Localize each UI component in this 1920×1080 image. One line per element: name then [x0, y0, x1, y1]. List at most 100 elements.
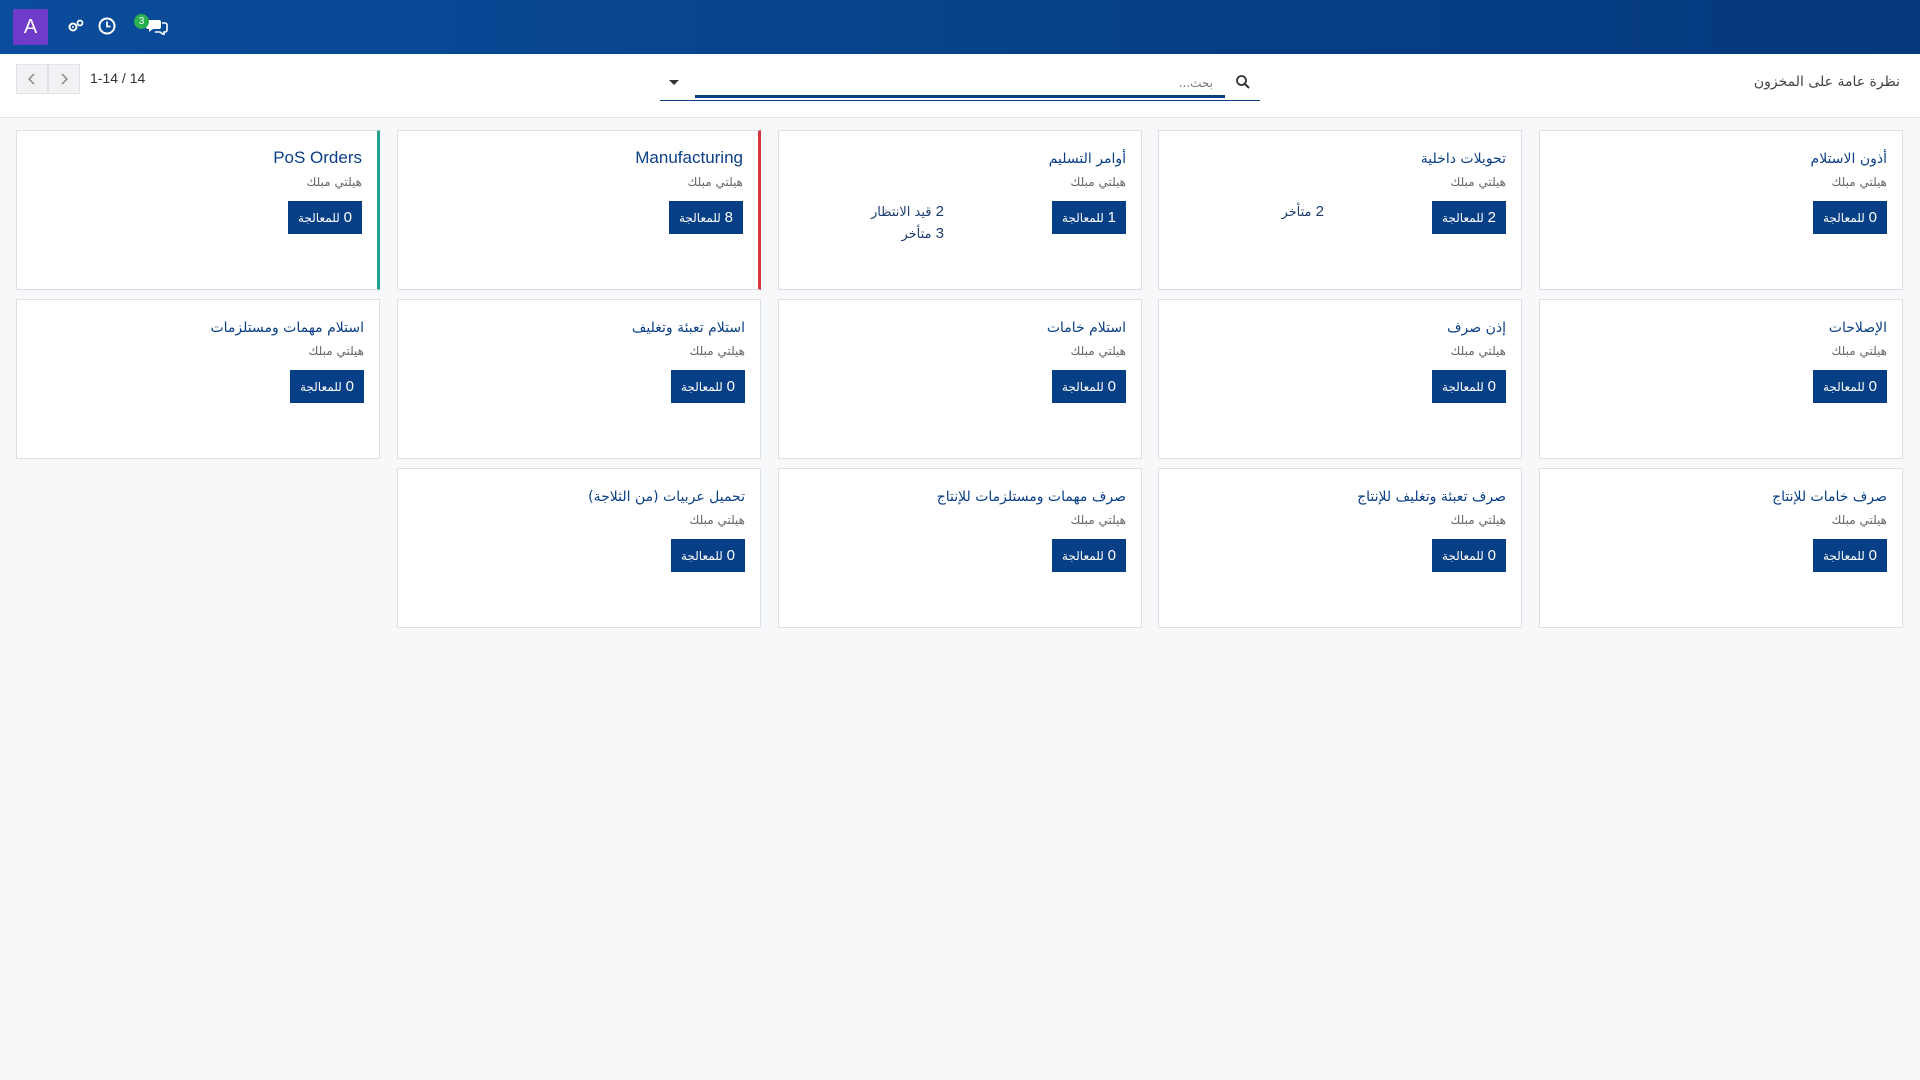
card-warehouse: هيلتي مبلك	[306, 175, 363, 189]
card-title[interactable]: إذن صرف	[1447, 320, 1506, 336]
card-title[interactable]: صرف تعبئة وتغليف للإنتاج	[1357, 489, 1506, 505]
card-internal-transfers[interactable]: تحويلات داخلية هيلتي مبلك 2 للمعالجة 2 م…	[1158, 130, 1522, 290]
card-title[interactable]: استلام خامات	[1047, 320, 1126, 336]
card-warehouse: هيلتي مبلك	[1070, 513, 1127, 527]
to-process-label: للمعالجة	[1822, 211, 1865, 225]
card-title[interactable]: Manufacturing	[635, 148, 743, 168]
pager-previous-button[interactable]	[16, 64, 48, 94]
to-process-label: للمعالجة	[1441, 211, 1484, 225]
card-title[interactable]: صرف مهمات ومستلزمات للإنتاج	[937, 489, 1126, 505]
waiting-link[interactable]: 2 قيد الانتظار	[871, 203, 944, 220]
to-process-count: 2	[1487, 209, 1496, 226]
late-link[interactable]: 2 متأخر	[1281, 203, 1324, 220]
to-process-label: للمعالجة	[680, 549, 723, 563]
card-raw-materials-receipt[interactable]: استلام خامات هيلتي مبلك 0 للمعالجة	[778, 299, 1142, 459]
card-repairs[interactable]: الإصلاحات هيلتي مبلك 0 للمعالجة	[1539, 299, 1903, 459]
to-process-button[interactable]: 2 للمعالجة	[1431, 201, 1506, 234]
card-title[interactable]: تحويلات داخلية	[1421, 151, 1506, 167]
to-process-count: 1	[1107, 209, 1116, 226]
search-bar	[660, 68, 1260, 101]
to-process-count: 0	[345, 378, 354, 395]
late-label: متأخر	[1281, 205, 1312, 220]
to-process-label: للمعالجة	[1061, 211, 1104, 225]
to-process-label: للمعالجة	[680, 380, 723, 394]
card-title[interactable]: تحميل عربيات (من الثلاجة)	[588, 489, 745, 505]
card-title[interactable]: PoS Orders	[273, 148, 362, 168]
to-process-label: للمعالجة	[1061, 549, 1104, 563]
search-icon[interactable]	[1235, 74, 1251, 90]
control-panel: نظرة عامة على المخزون 1-14 / 14	[0, 54, 1920, 118]
to-process-button[interactable]: 0 للمعالجة	[670, 539, 745, 572]
card-title[interactable]: صرف خامات للإنتاج	[1772, 489, 1887, 505]
to-process-button[interactable]: 0 للمعالجة	[289, 370, 364, 403]
card-warehouse: هيلتي مبلك	[1831, 344, 1888, 358]
breadcrumb: نظرة عامة على المخزون	[1753, 74, 1900, 90]
card-title[interactable]: استلام مهمات ومستلزمات	[210, 320, 364, 336]
to-process-label: للمعالجة	[1822, 380, 1865, 394]
card-supplies-receipt[interactable]: استلام مهمات ومستلزمات هيلتي مبلك 0 للمع…	[16, 299, 380, 459]
search-focus-underline	[695, 95, 1225, 98]
late-label: متأخر	[901, 227, 932, 242]
search-input[interactable]	[695, 68, 1215, 98]
card-packaging-issue[interactable]: صرف تعبئة وتغليف للإنتاج هيلتي مبلك 0 لل…	[1158, 468, 1522, 628]
clock-icon[interactable]	[96, 15, 118, 37]
card-truck-loading[interactable]: تحميل عربيات (من الثلاجة) هيلتي مبلك 0 ل…	[397, 468, 761, 628]
to-process-button[interactable]: 0 للمعالجة	[1051, 539, 1126, 572]
waiting-count: 2	[935, 203, 944, 220]
card-raw-materials-issue[interactable]: صرف خامات للإنتاج هيلتي مبلك 0 للمعالجة	[1539, 468, 1903, 628]
card-warehouse: هيلتي مبلك	[1070, 175, 1127, 189]
card-title[interactable]: الإصلاحات	[1829, 320, 1887, 336]
to-process-button[interactable]: 0 للمعالجة	[1431, 370, 1506, 403]
to-process-label: للمعالجة	[1061, 380, 1104, 394]
to-process-label: للمعالجة	[1441, 549, 1484, 563]
to-process-label: للمعالجة	[678, 211, 721, 225]
to-process-button[interactable]: 0 للمعالجة	[1812, 370, 1887, 403]
card-title[interactable]: أذون الاستلام	[1811, 151, 1887, 167]
to-process-button[interactable]: 0 للمعالجة	[1812, 201, 1887, 234]
card-title[interactable]: أوامر التسليم	[1049, 151, 1126, 167]
user-avatar[interactable]: A	[13, 9, 48, 45]
to-process-count: 0	[1107, 378, 1116, 395]
card-warehouse: هيلتي مبلك	[308, 344, 365, 358]
to-process-button[interactable]: 0 للمعالجة	[1812, 539, 1887, 572]
to-process-count: 0	[726, 547, 735, 564]
late-count: 3	[935, 225, 944, 242]
to-process-button[interactable]: 0 للمعالجة	[670, 370, 745, 403]
chevron-right-icon	[61, 73, 69, 85]
to-process-count: 0	[1868, 547, 1877, 564]
to-process-count: 8	[724, 209, 733, 226]
card-delivery-orders[interactable]: أوامر التسليم هيلتي مبلك 1 للمعالجة 2 قي…	[778, 130, 1142, 290]
search-baseline	[660, 100, 1260, 101]
kanban-view: أذون الاستلام هيلتي مبلك 0 للمعالجة تحوي…	[0, 118, 1920, 1080]
late-link[interactable]: 3 متأخر	[901, 225, 944, 242]
card-packaging-receipt[interactable]: استلام تعبئة وتغليف هيلتي مبلك 0 للمعالج…	[397, 299, 761, 459]
to-process-button[interactable]: 0 للمعالجة	[1431, 539, 1506, 572]
to-process-count: 0	[1868, 209, 1877, 226]
card-warehouse: هيلتي مبلك	[689, 513, 746, 527]
to-process-button[interactable]: 1 للمعالجة	[1051, 201, 1126, 234]
card-receipts[interactable]: أذون الاستلام هيلتي مبلك 0 للمعالجة	[1539, 130, 1903, 290]
to-process-button[interactable]: 0 للمعالجة	[1051, 370, 1126, 403]
to-process-button[interactable]: 8 للمعالجة	[668, 201, 743, 234]
to-process-label: للمعالجة	[1822, 549, 1865, 563]
to-process-label: للمعالجة	[1441, 380, 1484, 394]
card-warehouse: هيلتي مبلك	[689, 344, 746, 358]
to-process-button[interactable]: 0 للمعالجة	[287, 201, 362, 234]
card-supplies-issue[interactable]: صرف مهمات ومستلزمات للإنتاج هيلتي مبلك 0…	[778, 468, 1142, 628]
card-warehouse: هيلتي مبلك	[687, 175, 744, 189]
to-process-count: 0	[726, 378, 735, 395]
search-options-toggle[interactable]	[666, 74, 682, 90]
to-process-count: 0	[1487, 378, 1496, 395]
card-pos-orders[interactable]: PoS Orders هيلتي مبلك 0 للمعالجة	[16, 130, 380, 290]
to-process-count: 0	[1107, 547, 1116, 564]
card-issue-permit[interactable]: إذن صرف هيلتي مبلك 0 للمعالجة	[1158, 299, 1522, 459]
card-title[interactable]: استلام تعبئة وتغليف	[632, 320, 745, 336]
pager-next-button[interactable]	[48, 64, 80, 94]
to-process-label: للمعالجة	[299, 380, 342, 394]
messages-count-badge: 3	[134, 14, 149, 29]
to-process-count: 0	[343, 209, 352, 226]
tools-icon[interactable]	[65, 15, 87, 37]
card-manufacturing[interactable]: Manufacturing هيلتي مبلك 8 للمعالجة	[397, 130, 761, 290]
pager-value[interactable]: 1-14 / 14	[90, 70, 145, 86]
card-warehouse: هيلتي مبلك	[1450, 175, 1507, 189]
